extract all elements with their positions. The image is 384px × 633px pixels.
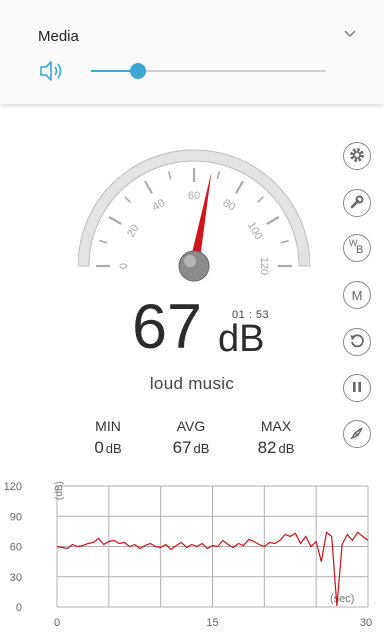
stat-min-title: MIN bbox=[95, 418, 121, 434]
stat-max-title: MAX bbox=[260, 418, 292, 434]
gauge-hub-highlight bbox=[184, 255, 196, 267]
chart-y-tick-label: 30 bbox=[10, 572, 22, 584]
gauge-tick bbox=[235, 180, 244, 194]
stat-min-value: 0 bbox=[94, 438, 104, 457]
gauge-tick bbox=[280, 239, 289, 244]
gear-icon bbox=[348, 146, 366, 167]
chart-x-label: (sec) bbox=[330, 593, 354, 605]
chart-y-ticks: 0 30 60 90 120 bbox=[4, 481, 22, 614]
gauge-tick bbox=[216, 171, 221, 180]
m-icon: M bbox=[351, 287, 363, 303]
chart-y-label: (dB) bbox=[54, 481, 65, 500]
pause-icon bbox=[351, 381, 363, 396]
gauge-tick bbox=[266, 216, 280, 225]
gauge-tick-label: 0 bbox=[118, 263, 130, 269]
stat-min: MIN 0 dB bbox=[63, 418, 153, 458]
gauge-tick-label: 80 bbox=[221, 197, 238, 214]
chart-grid bbox=[56, 485, 369, 608]
wb-icon-b: B bbox=[356, 244, 364, 256]
chart-x-tick-label: 0 bbox=[54, 617, 60, 629]
chart-y-tick-label: 90 bbox=[10, 511, 22, 523]
gauge-tick-label: 60 bbox=[188, 190, 200, 202]
gauge-tick-label: 40 bbox=[151, 197, 168, 214]
chart-y-tick-label: 120 bbox=[4, 481, 22, 493]
stat-avg-value: 67 bbox=[172, 438, 192, 457]
decibel-reading: 67 bbox=[132, 292, 203, 362]
chart-y-tick-label: 60 bbox=[10, 542, 22, 554]
stat-avg-unit: dB bbox=[193, 441, 210, 456]
compass-button[interactable] bbox=[343, 420, 371, 448]
calibrate-button[interactable] bbox=[343, 189, 371, 217]
gauge-tick bbox=[99, 239, 108, 244]
chart-x-ticks: 0 15 30 bbox=[54, 617, 372, 629]
gauge-tick bbox=[144, 180, 153, 194]
stat-max-value-row: 82 dB bbox=[231, 438, 321, 458]
sound-history-chart: 0 30 60 90 120 0 15 30 (dB) (sec) bbox=[4, 481, 372, 629]
gauge-tick-label: 20 bbox=[125, 223, 142, 240]
sound-level-gauge: 0 20 40 60 80 100 120 bbox=[78, 149, 310, 282]
chart-x-tick-label: 30 bbox=[360, 617, 372, 629]
stat-min-unit: dB bbox=[105, 441, 122, 456]
gauge-tick bbox=[108, 216, 122, 225]
stat-max: MAX 82 dB bbox=[231, 418, 321, 458]
chart-y-tick-label: 0 bbox=[16, 602, 22, 614]
compass-icon bbox=[350, 426, 364, 443]
gauge-tick bbox=[167, 171, 172, 180]
media-label: Media bbox=[38, 28, 79, 45]
gauge-tick bbox=[257, 196, 264, 203]
stat-avg-value-row: 67 dB bbox=[146, 438, 236, 458]
gauge-tick bbox=[124, 196, 131, 203]
stat-min-value-row: 0 dB bbox=[63, 438, 153, 458]
stat-avg-title: AVG bbox=[176, 418, 206, 434]
decibel-unit: dB bbox=[218, 318, 265, 360]
stat-max-unit: dB bbox=[278, 441, 295, 456]
volume-slider-thumb[interactable] bbox=[130, 63, 146, 79]
media-volume-panel: Media bbox=[0, 0, 384, 104]
speaker-icon[interactable] bbox=[39, 60, 65, 87]
weighting-button[interactable]: W B bbox=[343, 234, 371, 262]
chevron-down-icon[interactable] bbox=[343, 26, 357, 44]
stat-avg: AVG 67 dB bbox=[146, 418, 236, 458]
gauge-hub bbox=[178, 250, 210, 282]
reset-button[interactable] bbox=[343, 328, 371, 356]
m-button[interactable]: M bbox=[343, 281, 371, 309]
chart-x-tick-label: 15 bbox=[206, 617, 218, 629]
settings-button[interactable] bbox=[343, 142, 371, 170]
wrench-icon bbox=[349, 194, 365, 213]
stat-max-value: 82 bbox=[257, 438, 277, 457]
gauge-tick-label: 120 bbox=[258, 257, 270, 275]
reset-icon bbox=[349, 333, 365, 352]
volume-slider[interactable] bbox=[91, 63, 326, 79]
wb-icon: W B bbox=[348, 238, 366, 256]
gauge-tick-label: 100 bbox=[245, 220, 265, 242]
noise-description: loud music bbox=[149, 374, 235, 393]
pause-button[interactable] bbox=[343, 374, 371, 402]
